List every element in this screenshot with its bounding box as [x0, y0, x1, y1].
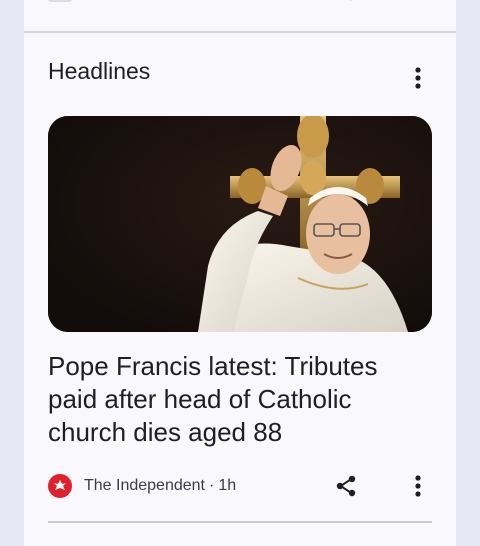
divider [24, 31, 456, 33]
story-image[interactable] [48, 116, 432, 332]
source-name[interactable]: The Independent [84, 477, 205, 495]
share-button[interactable] [332, 472, 360, 500]
story-menu-button[interactable] [404, 472, 432, 500]
story-age: 1h [218, 477, 237, 494]
story-source: The Independent · 1h [48, 472, 236, 500]
section-title: Headlines [48, 58, 151, 84]
news-card: Headlines Pope Francis latest: Tributes … [24, 0, 456, 546]
eagle-logo-icon [48, 474, 72, 498]
more-vert-icon [415, 67, 421, 89]
share-icon [336, 475, 356, 497]
separator-dot: · [209, 477, 215, 494]
chevron-down-icon [350, 0, 352, 1]
section-menu-button[interactable] [404, 64, 432, 92]
news-photo [48, 116, 432, 332]
story-headline[interactable]: Pope Francis latest: Tributes paid after… [48, 350, 432, 449]
previous-card-icon [48, 0, 72, 2]
divider [48, 521, 432, 523]
more-vert-icon [415, 475, 421, 497]
